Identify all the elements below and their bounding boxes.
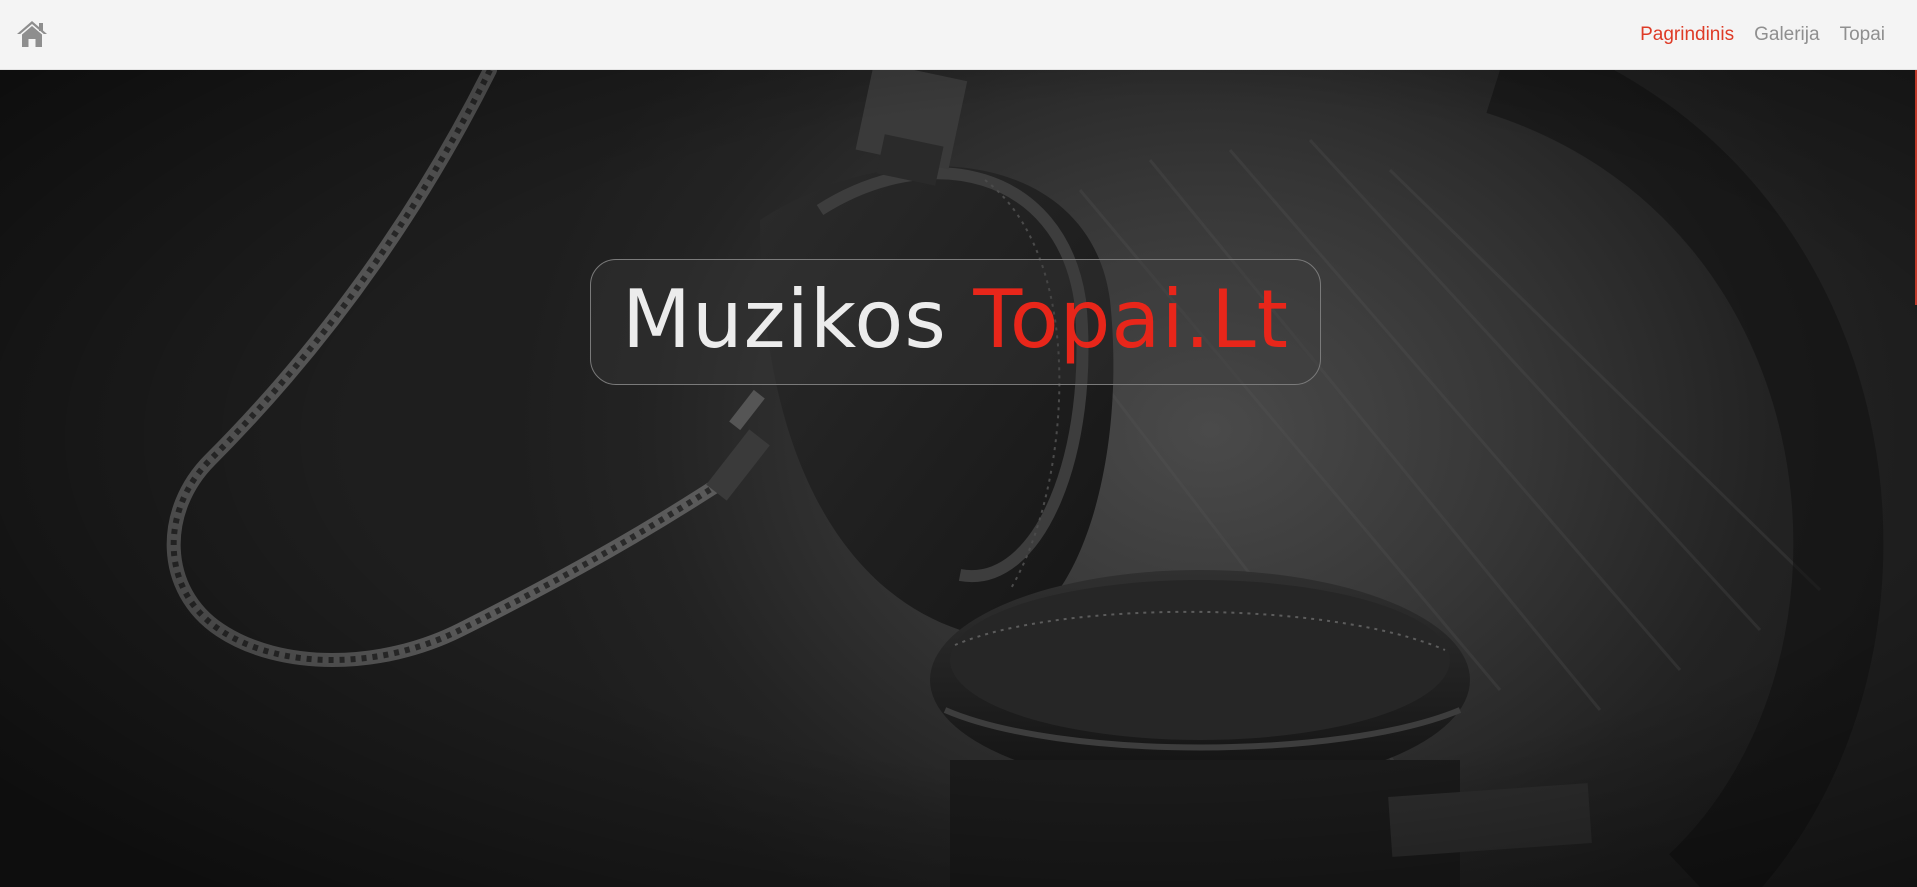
hero-section: Muzikos Topai.Lt (0, 70, 1917, 887)
nav-link-topai[interactable]: Topai (1840, 24, 1885, 46)
nav-link-pagrindinis[interactable]: Pagrindinis (1640, 24, 1734, 46)
main-nav: Pagrindinis Galerija Topai (1640, 0, 1885, 70)
headphones-background-image (0, 70, 1917, 887)
top-navbar: Pagrindinis Galerija Topai (0, 0, 1917, 70)
home-link[interactable] (16, 19, 48, 49)
site-title-part2: Topai.Lt (973, 273, 1290, 366)
nav-link-galerija[interactable]: Galerija (1754, 24, 1819, 46)
page: Pagrindinis Galerija Topai Muzikos Topai… (0, 0, 1917, 887)
site-title-box: Muzikos Topai.Lt (590, 259, 1321, 385)
home-icon (17, 21, 47, 47)
site-title: Muzikos Topai.Lt (622, 280, 1289, 360)
site-title-part1: Muzikos (621, 273, 947, 366)
